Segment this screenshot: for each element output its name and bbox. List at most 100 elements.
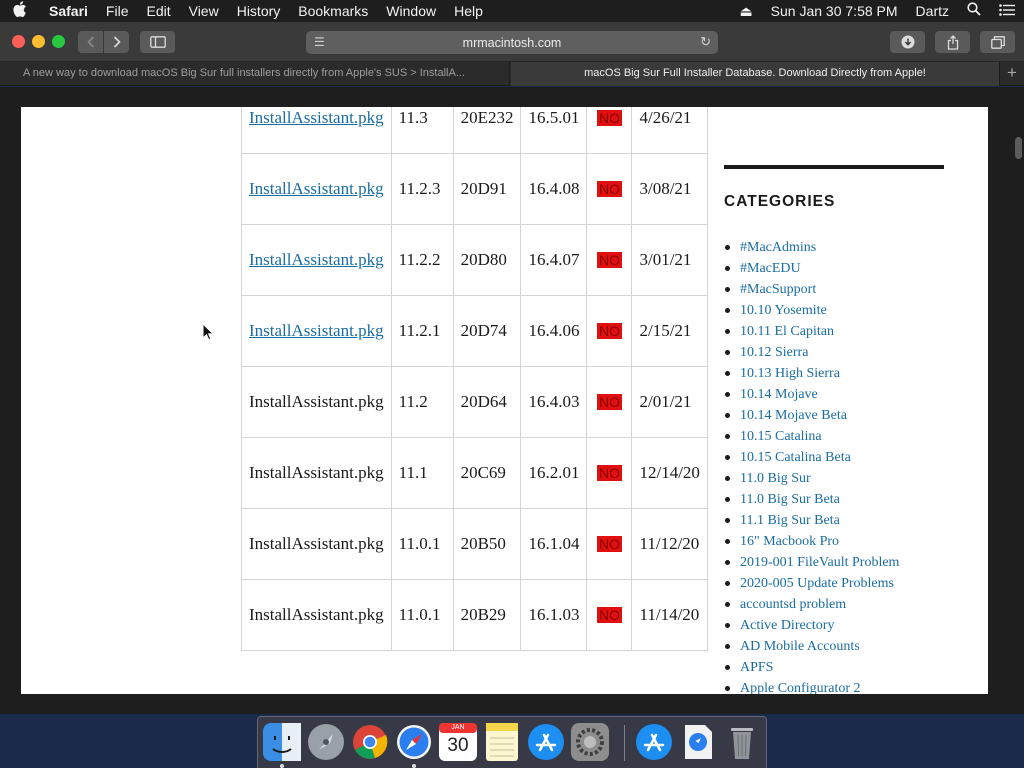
trash-icon[interactable] [723, 723, 761, 761]
downloads-button[interactable] [890, 31, 925, 53]
category-link[interactable]: 16" Macbook Pro [724, 531, 944, 552]
calendar-icon[interactable]: JAN 30 [439, 723, 477, 761]
finder-icon[interactable] [263, 723, 301, 761]
category-link[interactable]: 2019-001 FileVault Problem [724, 552, 944, 573]
notes-icon[interactable] [483, 723, 521, 761]
release-date: 11/12/20 [639, 534, 700, 553]
system-preferences-icon[interactable] [571, 723, 609, 761]
window-fullscreen-button[interactable] [52, 35, 65, 48]
share-button[interactable] [935, 31, 970, 53]
menubar-user[interactable]: Dartz [907, 0, 958, 22]
category-link[interactable]: Apple Configurator 2 [724, 678, 944, 694]
dock-separator [624, 725, 625, 761]
apple-menu-icon[interactable] [0, 1, 40, 21]
app-store-downloads-icon[interactable] [635, 723, 673, 761]
app-store-icon[interactable] [527, 723, 565, 761]
installer-download-link[interactable]: InstallAssistant.pkg [249, 108, 384, 127]
running-indicator [280, 764, 284, 768]
back-button[interactable] [78, 31, 103, 53]
category-link[interactable]: #MacAdmins [724, 237, 944, 258]
window-close-button[interactable] [12, 35, 25, 48]
installer-version: 16.2.01 [528, 463, 580, 482]
category-link[interactable]: 2020-005 Update Problems [724, 573, 944, 594]
category-link[interactable]: 10.14 Mojave Beta [724, 405, 944, 426]
new-tab-button[interactable]: + [999, 62, 1024, 86]
macos-version: 11.2.2 [398, 250, 441, 269]
build-number: 20B50 [460, 534, 506, 553]
table-row: InstallAssistant.pkg 11.0.1 20B50 16.1.04 NO… [241, 508, 708, 580]
table-cell: 20D80 [452, 224, 522, 296]
show-tabs-button[interactable] [980, 31, 1015, 53]
category-link[interactable]: APFS [724, 657, 944, 678]
table-cell: 11/12/20 [631, 508, 708, 580]
category-link[interactable]: #MacEDU [724, 258, 944, 279]
sidebar-toggle-button[interactable] [140, 31, 175, 53]
category-link[interactable]: AD Mobile Accounts [724, 636, 944, 657]
installer-version: 16.4.06 [528, 321, 580, 340]
category-link[interactable]: accountsd problem [724, 594, 944, 615]
table-cell: 11.3 [390, 107, 454, 154]
chrome-icon[interactable] [351, 723, 389, 761]
menu-bookmarks[interactable]: Bookmarks [289, 0, 377, 22]
downloads-stack-icon[interactable] [679, 723, 717, 761]
category-link[interactable]: 10.10 Yosemite [724, 300, 944, 321]
tab-installer-database[interactable]: macOS Big Sur Full Installer Database. D… [511, 62, 999, 86]
category-link[interactable]: #MacSupport [724, 279, 944, 300]
category-link[interactable]: 10.14 Mojave [724, 384, 944, 405]
eject-icon[interactable]: ⏏ [730, 0, 761, 22]
category-link[interactable]: 11.1 Big Sur Beta [724, 510, 944, 531]
category-link[interactable]: 10.12 Sierra [724, 342, 944, 363]
table-cell: InstallAssistant.pkg [241, 579, 392, 651]
table-cell: 11/14/20 [631, 579, 708, 651]
installer-download-link[interactable]: InstallAssistant.pkg [249, 321, 384, 340]
table-cell: 11.0.1 [390, 579, 454, 651]
reload-icon[interactable]: ↻ [700, 34, 711, 50]
category-link[interactable]: 10.15 Catalina Beta [724, 447, 944, 468]
category-link[interactable]: 10.15 Catalina [724, 426, 944, 447]
table-cell: InstallAssistant.pkg [241, 107, 392, 154]
installer-download-link[interactable]: InstallAssistant.pkg [249, 179, 384, 198]
launchpad-icon[interactable] [307, 723, 345, 761]
menu-file[interactable]: File [97, 0, 138, 22]
table-cell: InstallAssistant.pkg [241, 366, 392, 438]
installer-version: 16.4.08 [528, 179, 580, 198]
menu-edit[interactable]: Edit [137, 0, 179, 22]
status-badge: NO [596, 110, 622, 126]
installer-version: 16.1.03 [528, 605, 580, 624]
category-link[interactable]: 11.0 Big Sur [724, 468, 944, 489]
menu-app-name[interactable]: Safari [40, 0, 97, 22]
table-cell: InstallAssistant.pkg [241, 224, 392, 296]
installer-table-wrapper: InstallAssistant.pkg 11.3 20E232 16.5.01 NO 4… [241, 107, 708, 651]
installer-name: InstallAssistant.pkg [249, 534, 384, 553]
reader-view-icon[interactable]: ☰ [314, 35, 325, 49]
window-minimize-button[interactable] [32, 35, 45, 48]
table-cell: NO [586, 437, 633, 509]
macos-version: 11.1 [398, 463, 428, 482]
macos-version: 11.0.1 [398, 605, 441, 624]
address-bar[interactable]: ☰ mrmacintosh.com ↻ [306, 31, 718, 54]
table-cell: 11.0.1 [390, 508, 454, 580]
safari-icon[interactable] [395, 723, 433, 761]
macos-version: 11.3 [398, 108, 428, 127]
web-page: InstallAssistant.pkg 11.3 20E232 16.5.01 NO 4… [21, 107, 988, 694]
table-cell: 16.4.06 [520, 295, 588, 367]
category-link[interactable]: 10.11 El Capitan [724, 321, 944, 342]
notification-center-icon[interactable] [990, 0, 1024, 22]
table-cell: 20B50 [452, 508, 522, 580]
page-scrollbar[interactable] [1015, 137, 1022, 159]
category-link[interactable]: Active Directory [724, 615, 944, 636]
status-badge: NO [596, 465, 622, 481]
tab-sus-article[interactable]: A new way to download macOS Big Sur full… [0, 62, 510, 86]
menu-history[interactable]: History [228, 0, 290, 22]
macos-version: 11.2.3 [398, 179, 441, 198]
category-link[interactable]: 11.0 Big Sur Beta [724, 489, 944, 510]
installer-download-link[interactable]: InstallAssistant.pkg [249, 250, 384, 269]
forward-button[interactable] [104, 31, 129, 53]
menu-view[interactable]: View [180, 0, 228, 22]
menubar-clock[interactable]: Sun Jan 30 7:58 PM [762, 0, 907, 22]
menu-window[interactable]: Window [377, 0, 445, 22]
spotlight-search-icon[interactable] [958, 0, 990, 22]
category-link[interactable]: 10.13 High Sierra [724, 363, 944, 384]
table-cell: 3/01/21 [631, 224, 708, 296]
menu-help[interactable]: Help [445, 0, 492, 22]
